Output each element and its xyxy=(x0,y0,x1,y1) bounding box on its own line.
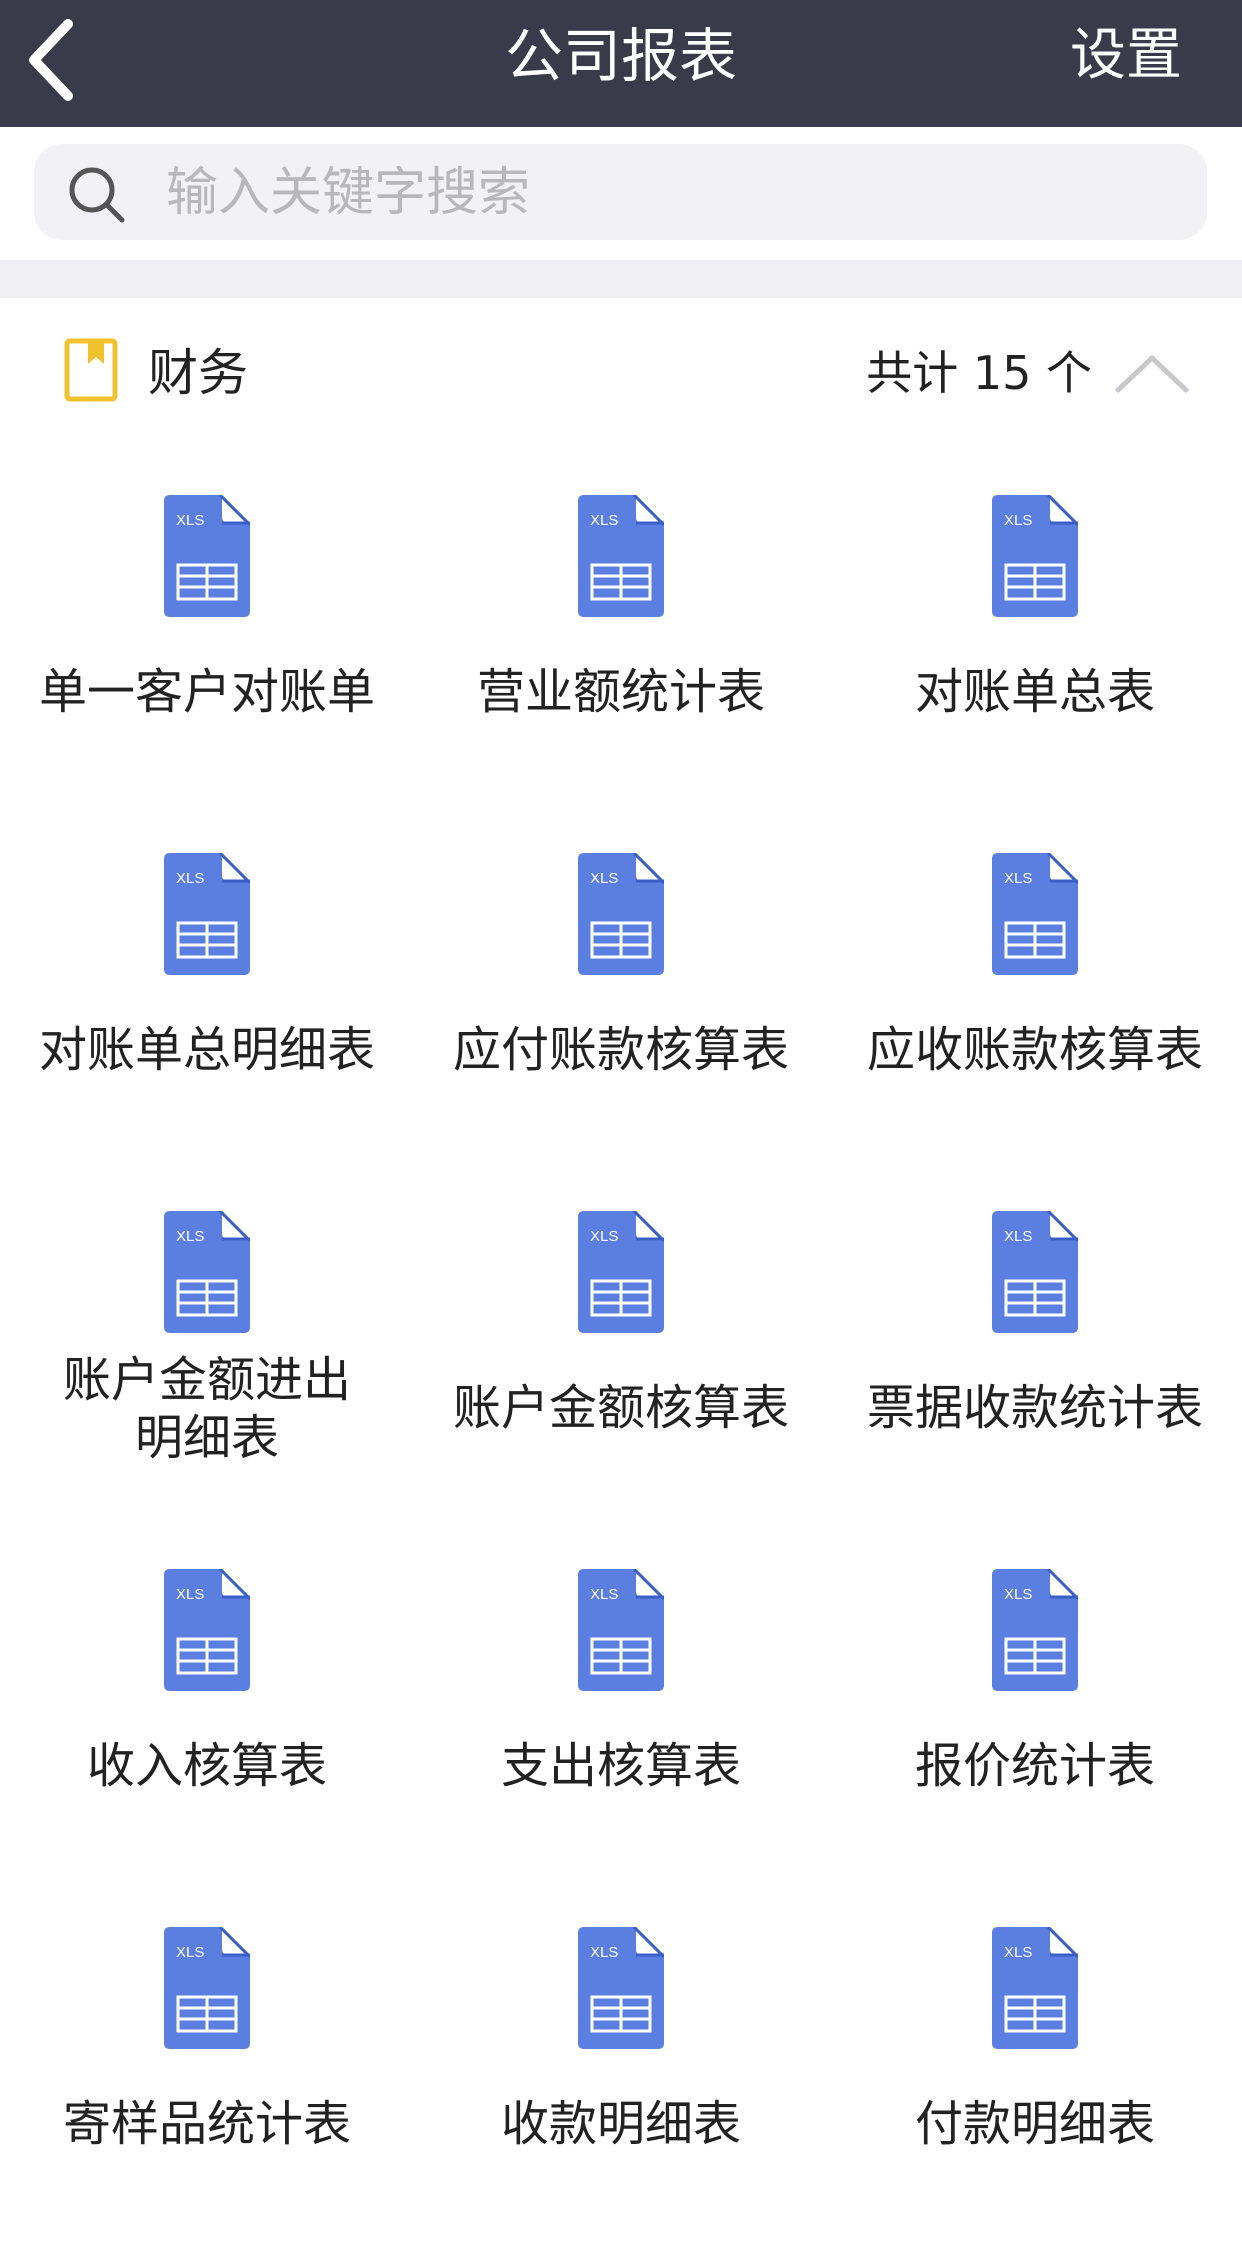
report-label: 单一客户对账单 xyxy=(38,664,375,720)
report-item-1[interactable]: XLS 单一客户对账单 xyxy=(0,455,414,813)
top-nav-bar: 公司报表 设置 xyxy=(0,0,1242,127)
xls-badge: XLS xyxy=(1004,1944,1032,1961)
settings-button[interactable]: 设置 xyxy=(1070,0,1182,112)
report-item-5[interactable]: XLS 应付账款核算表 xyxy=(414,813,828,1171)
xls-badge: XLS xyxy=(590,512,618,529)
report-label: 收款明细表 xyxy=(500,2096,741,2152)
report-item-4[interactable]: XLS 对账单总明细表 xyxy=(0,813,414,1171)
search-box[interactable] xyxy=(34,144,1207,242)
xls-badge: XLS xyxy=(590,870,618,887)
xls-badge: XLS xyxy=(590,1228,618,1245)
xls-badge: XLS xyxy=(1004,1228,1032,1245)
report-item-7[interactable]: XLS 账户金额进出 明细表 xyxy=(0,1171,414,1529)
report-label: 应收账款核算表 xyxy=(866,1022,1203,1078)
report-label: 寄样品统计表 xyxy=(62,2096,351,2152)
xls-file-icon: XLS xyxy=(578,853,664,975)
xls-file-icon: XLS xyxy=(578,1927,664,2049)
report-item-11[interactable]: XLS 支出核算表 xyxy=(414,1529,828,1887)
xls-badge: XLS xyxy=(1004,512,1032,529)
xls-badge: XLS xyxy=(176,870,204,887)
xls-file-icon: XLS xyxy=(164,1927,250,2049)
report-label: 支出核算表 xyxy=(500,1738,741,1794)
xls-badge: XLS xyxy=(590,1944,618,1961)
chevron-left-icon xyxy=(29,19,73,101)
xls-file-icon: XLS xyxy=(578,1569,664,1691)
xls-file-icon: XLS xyxy=(992,853,1078,975)
report-label: 账户金额核算表 xyxy=(452,1380,789,1436)
xls-badge: XLS xyxy=(176,1228,204,1245)
report-item-15[interactable]: XLS 付款明细表 xyxy=(828,1887,1242,2245)
report-label: 对账单总明细表 xyxy=(38,1022,375,1078)
back-button[interactable] xyxy=(18,10,108,110)
section-header[interactable]: 财务 共计 15 个 xyxy=(0,298,1242,448)
section-title: 财务 xyxy=(148,344,248,402)
xls-badge: XLS xyxy=(176,1944,204,1961)
xls-file-icon: XLS xyxy=(164,1569,250,1691)
report-label: 付款明细表 xyxy=(914,2096,1155,2152)
xls-file-icon: XLS xyxy=(164,495,250,617)
xls-badge: XLS xyxy=(1004,870,1032,887)
report-item-3[interactable]: XLS 对账单总表 xyxy=(828,455,1242,813)
report-item-6[interactable]: XLS 应收账款核算表 xyxy=(828,813,1242,1171)
report-item-8[interactable]: XLS 账户金额核算表 xyxy=(414,1171,828,1529)
search-input[interactable] xyxy=(164,144,1168,242)
search-icon xyxy=(69,167,125,223)
xls-badge: XLS xyxy=(176,512,204,529)
report-item-10[interactable]: XLS 收入核算表 xyxy=(0,1529,414,1887)
xls-file-icon: XLS xyxy=(164,853,250,975)
report-label: 收入核算表 xyxy=(86,1738,327,1794)
xls-file-icon: XLS xyxy=(992,1211,1078,1333)
xls-file-icon: XLS xyxy=(992,495,1078,617)
section-count: 共计 15 个 xyxy=(866,346,1092,400)
page-title: 公司报表 xyxy=(504,22,737,90)
xls-file-icon: XLS xyxy=(164,1211,250,1333)
section-divider xyxy=(0,260,1242,298)
xls-badge: XLS xyxy=(176,1586,204,1603)
report-label: 报价统计表 xyxy=(914,1738,1155,1794)
report-label: 应付账款核算表 xyxy=(452,1022,789,1078)
report-label: 票据收款统计表 xyxy=(866,1380,1203,1436)
report-item-14[interactable]: XLS 收款明细表 xyxy=(414,1887,828,2245)
xls-file-icon: XLS xyxy=(992,1569,1078,1691)
xls-file-icon: XLS xyxy=(578,1211,664,1333)
xls-badge: XLS xyxy=(590,1586,618,1603)
report-item-13[interactable]: XLS 寄样品统计表 xyxy=(0,1887,414,2245)
report-label: 对账单总表 xyxy=(914,664,1155,720)
xls-file-icon: XLS xyxy=(578,495,664,617)
xls-badge: XLS xyxy=(1004,1586,1032,1603)
chevron-up-icon[interactable] xyxy=(1112,348,1192,398)
finance-section: 财务 共计 15 个 xyxy=(0,298,1242,448)
report-label: 账户金额进出 明细表 xyxy=(62,1352,351,1466)
search-bar-area xyxy=(0,127,1242,260)
report-item-9[interactable]: XLS 票据收款统计表 xyxy=(828,1171,1242,1529)
bookmark-folder-icon xyxy=(64,338,118,402)
report-item-2[interactable]: XLS 营业额统计表 xyxy=(414,455,828,813)
report-item-12[interactable]: XLS 报价统计表 xyxy=(828,1529,1242,1887)
report-label: 营业额统计表 xyxy=(476,664,765,720)
xls-file-icon: XLS xyxy=(992,1927,1078,2049)
